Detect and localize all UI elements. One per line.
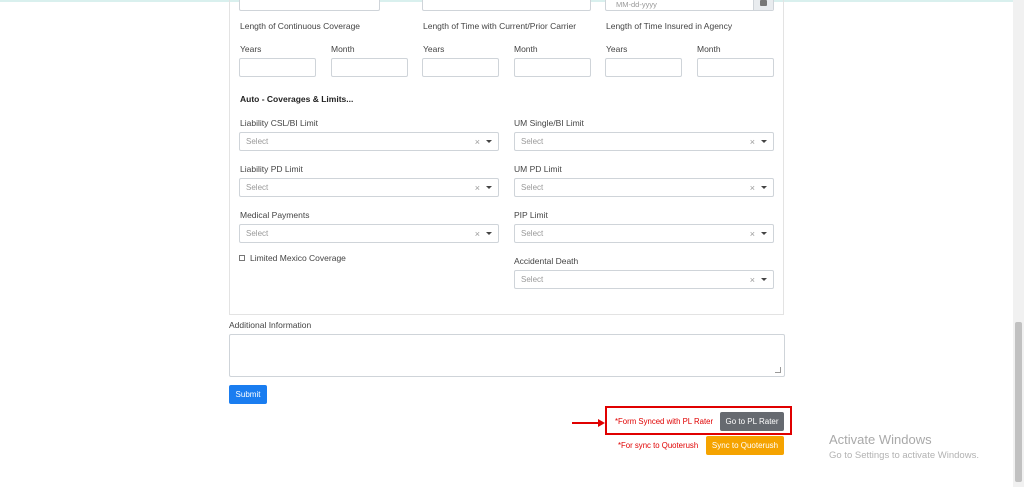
prior-field-input-2[interactable] bbox=[422, 0, 591, 11]
pip-limit-label: PIP Limit bbox=[514, 210, 548, 220]
resize-grip-icon[interactable] bbox=[775, 367, 781, 373]
um-single-select[interactable]: Select × bbox=[514, 132, 774, 151]
auto-coverages-title: Auto - Coverages & Limits... bbox=[240, 94, 354, 104]
medical-payments-clear-icon[interactable]: × bbox=[475, 229, 480, 239]
activate-windows-title: Activate Windows bbox=[829, 432, 932, 447]
date-placeholder: MM-dd-yyyy bbox=[616, 0, 657, 9]
liability-csl-label: Liability CSL/BI Limit bbox=[240, 118, 318, 128]
um-single-placeholder: Select bbox=[521, 137, 544, 146]
scrollbar-thumb[interactable] bbox=[1015, 322, 1022, 482]
carrier-years-input[interactable] bbox=[422, 58, 499, 77]
calendar-button[interactable] bbox=[753, 0, 773, 10]
um-pd-caret-icon[interactable] bbox=[761, 186, 767, 189]
additional-info-label: Additional Information bbox=[229, 320, 312, 330]
agency-years-input[interactable] bbox=[605, 58, 682, 77]
annotation-arrow-line bbox=[572, 422, 599, 424]
agency-month-label: Month bbox=[697, 44, 721, 54]
um-pd-select[interactable]: Select × bbox=[514, 178, 774, 197]
agency-years-label: Years bbox=[606, 44, 628, 54]
agency-month-input[interactable] bbox=[697, 58, 774, 77]
submit-button[interactable]: Submit bbox=[229, 385, 267, 404]
sync-quoterush-message: *For sync to Quoterush bbox=[618, 441, 699, 450]
medical-payments-label: Medical Payments bbox=[240, 210, 310, 220]
limited-mexico-label: Limited Mexico Coverage bbox=[250, 253, 346, 263]
um-pd-clear-icon[interactable]: × bbox=[750, 183, 755, 193]
date-input[interactable]: MM-dd-yyyy bbox=[605, 0, 774, 11]
annotation-arrow-icon bbox=[598, 419, 605, 427]
um-pd-placeholder: Select bbox=[521, 183, 544, 192]
activate-windows-subtitle: Go to Settings to activate Windows. bbox=[829, 450, 979, 461]
prior-field-input-1[interactable] bbox=[239, 0, 380, 11]
liability-csl-clear-icon[interactable]: × bbox=[475, 137, 480, 147]
sync-quoterush-button[interactable]: Sync to Quoterush bbox=[706, 436, 784, 455]
continuous-coverage-label: Length of Continuous Coverage bbox=[240, 21, 361, 31]
continuous-month-input[interactable] bbox=[331, 58, 408, 77]
medical-payments-placeholder: Select bbox=[246, 229, 269, 238]
continuous-month-label: Month bbox=[331, 44, 355, 54]
accidental-death-placeholder: Select bbox=[521, 275, 544, 284]
liability-pd-caret-icon[interactable] bbox=[486, 186, 492, 189]
calendar-icon bbox=[760, 0, 767, 6]
carrier-month-input[interactable] bbox=[514, 58, 591, 77]
liability-pd-placeholder: Select bbox=[246, 183, 269, 192]
carrier-month-label: Month bbox=[514, 44, 538, 54]
accidental-death-label: Accidental Death bbox=[514, 256, 579, 266]
um-single-label: UM Single/BI Limit bbox=[514, 118, 584, 128]
limited-mexico-checkbox[interactable] bbox=[239, 255, 245, 261]
liability-pd-select[interactable]: Select × bbox=[239, 178, 499, 197]
carrier-years-label: Years bbox=[423, 44, 445, 54]
accidental-death-select[interactable]: Select × bbox=[514, 270, 774, 289]
liability-pd-clear-icon[interactable]: × bbox=[475, 183, 480, 193]
pip-limit-clear-icon[interactable]: × bbox=[750, 229, 755, 239]
accidental-death-caret-icon[interactable] bbox=[761, 278, 767, 281]
medical-payments-select[interactable]: Select × bbox=[239, 224, 499, 243]
form-synced-message: *Form Synced with PL Rater bbox=[615, 417, 714, 426]
go-to-pl-rater-button[interactable]: Go to PL Rater bbox=[720, 412, 784, 431]
limited-mexico-option[interactable]: Limited Mexico Coverage bbox=[239, 253, 346, 263]
additional-info-textarea[interactable] bbox=[229, 334, 785, 377]
accidental-death-clear-icon[interactable]: × bbox=[750, 275, 755, 285]
carrier-time-label: Length of Time with Current/Prior Carrie… bbox=[423, 21, 577, 31]
um-single-clear-icon[interactable]: × bbox=[750, 137, 755, 147]
liability-csl-placeholder: Select bbox=[246, 137, 269, 146]
liability-csl-select[interactable]: Select × bbox=[239, 132, 499, 151]
liability-pd-label: Liability PD Limit bbox=[240, 164, 303, 174]
um-pd-label: UM PD Limit bbox=[514, 164, 562, 174]
continuous-years-label: Years bbox=[240, 44, 262, 54]
pip-limit-placeholder: Select bbox=[521, 229, 544, 238]
pip-limit-select[interactable]: Select × bbox=[514, 224, 774, 243]
medical-payments-caret-icon[interactable] bbox=[486, 232, 492, 235]
um-single-caret-icon[interactable] bbox=[761, 140, 767, 143]
liability-csl-caret-icon[interactable] bbox=[486, 140, 492, 143]
continuous-years-input[interactable] bbox=[239, 58, 316, 77]
agency-time-label: Length of Time Insured in Agency bbox=[606, 21, 733, 31]
pip-limit-caret-icon[interactable] bbox=[761, 232, 767, 235]
